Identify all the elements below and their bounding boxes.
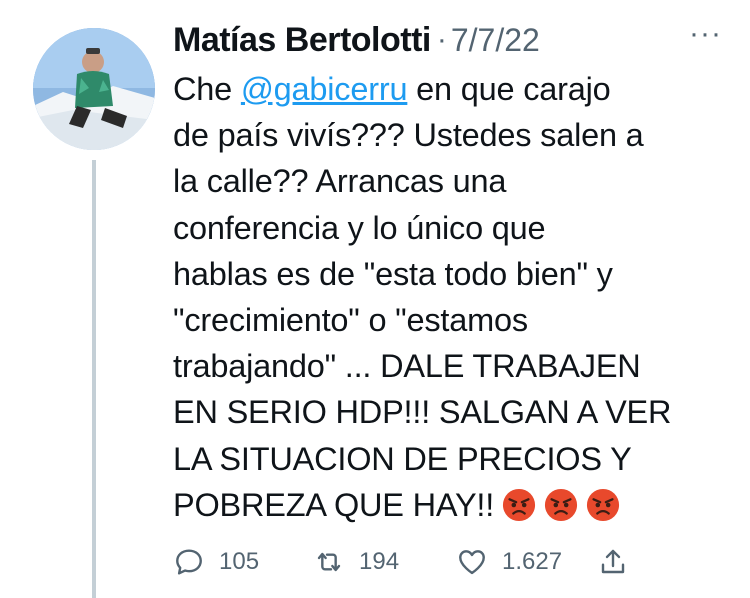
angry-face-emoji: [503, 488, 536, 521]
tweet-line-6: "crecimiento" o "estamos: [173, 302, 528, 339]
reply-icon: [176, 549, 202, 575]
retweet-button[interactable]: 194: [313, 540, 399, 584]
share-button[interactable]: [597, 540, 629, 584]
reply-button[interactable]: 105: [173, 540, 259, 584]
avatar-photo: [33, 28, 155, 150]
reply-count: 105: [219, 548, 260, 575]
angry-face-emoji: [545, 488, 578, 521]
tweet-line-10-text: POBREZA QUE HAY!!: [173, 486, 495, 523]
tweet-line-9: LA SITUACION DE PRECIOS Y: [173, 440, 632, 477]
like-count: 1.627: [502, 548, 563, 575]
retweet-count: 194: [359, 548, 400, 575]
tweet-line-3: la calle?? Arrancas una: [173, 163, 507, 200]
retweet-icon: [317, 552, 341, 572]
author-avatar[interactable]: [33, 28, 155, 150]
tweet-header: Matías Bertolotti · 7/7/22: [173, 16, 540, 64]
share-icon: [601, 549, 625, 574]
tweet-line-4: conferencia y lo único que: [173, 209, 546, 246]
tweet-line-10: POBREZA QUE HAY!!: [173, 482, 733, 528]
like-icon: [459, 550, 485, 575]
tweet-line-1-after: en que carajo: [407, 71, 611, 107]
tweet-line-8: EN SERIO HDP!!! SALGAN A VER: [173, 394, 672, 431]
mention-link[interactable]: @gabicerru: [241, 71, 408, 107]
tweet-line-7: trabajando" ... DALE TRABAJEN: [173, 348, 641, 385]
angry-face-emoji: [587, 488, 620, 521]
tweet-text: Che @gabicerru en que carajo de país viv…: [173, 66, 733, 528]
like-button[interactable]: 1.627: [456, 540, 562, 584]
tweet-line-5: hablas es de "esta todo bien" y: [173, 255, 613, 292]
tweet-line-1: Che @gabicerru en que carajo: [173, 66, 733, 112]
more-options-icon[interactable]: ···: [689, 19, 722, 49]
tweet-line-1-before: Che: [173, 71, 241, 107]
header-separator: ·: [436, 23, 447, 56]
tweet-date[interactable]: 7/7/22: [451, 22, 540, 59]
tweet-line-2: de país vivís??? Ustedes salen a: [173, 117, 644, 154]
thread-connector-line: [92, 160, 96, 598]
author-name[interactable]: Matías Bertolotti: [173, 21, 431, 60]
